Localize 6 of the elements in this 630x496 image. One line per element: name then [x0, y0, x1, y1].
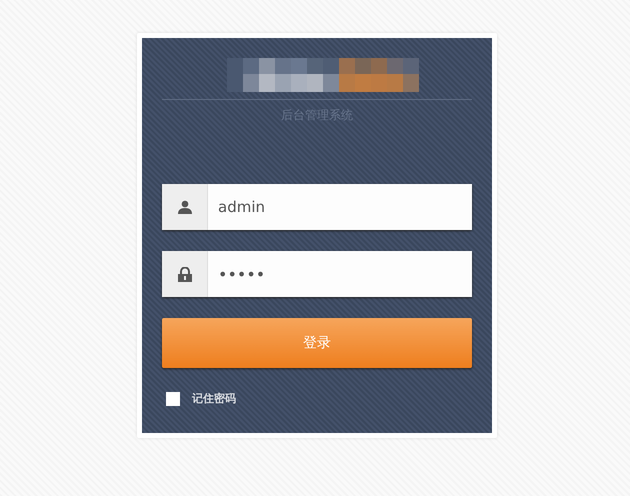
input-field[interactable]: admin [162, 184, 472, 230]
checkbox-label: 记住密码 [192, 391, 236, 406]
checkbox[interactable] [166, 392, 180, 406]
lock-icon [178, 266, 192, 282]
user-icon [178, 200, 192, 214]
input-field[interactable]: ••••• [162, 251, 472, 297]
